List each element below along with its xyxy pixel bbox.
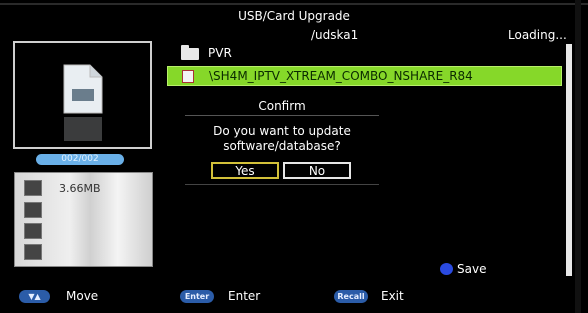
file-info-panel: 3.66MB (14, 172, 153, 267)
dialog-bottom-divider (185, 184, 379, 185)
user-icon (24, 202, 42, 218)
list-item-label: \SH4M_IPTV_XTREAM_COMBO_NSHARE_R84 (209, 69, 473, 83)
dialog-message-line2: software/database? (223, 139, 341, 153)
folder-icon (181, 45, 199, 60)
exit-hint-label: Exit (381, 289, 404, 303)
loading-status: Loading... (508, 28, 567, 42)
list-item-selected-file[interactable]: \SH4M_IPTV_XTREAM_COMBO_NSHARE_R84 (167, 66, 562, 86)
document-icon (63, 64, 103, 114)
film-icon (24, 223, 42, 239)
file-counter-badge: 002/002 (36, 154, 124, 165)
top-divider (0, 3, 588, 5)
image-icon (24, 180, 42, 196)
list-item-pvr[interactable]: PVR (167, 44, 562, 64)
right-edge-bar (575, 0, 581, 313)
blue-button-icon (440, 263, 453, 275)
dialog-title: Confirm (258, 99, 306, 113)
save-hint-label: Save (457, 262, 487, 276)
current-path: /udska1 (311, 28, 359, 42)
file-list-scrollbar[interactable] (566, 44, 572, 276)
dialog-message-line1: Do you want to update (213, 124, 351, 138)
move-hint-label: Move (66, 289, 99, 303)
dialog-divider (185, 115, 379, 116)
document-reflection-icon (64, 117, 102, 141)
file-preview-panel (13, 41, 152, 149)
file-icon (182, 70, 194, 83)
file-size: 3.66MB (59, 182, 101, 195)
yes-button[interactable]: Yes (211, 162, 279, 179)
move-key-icon: ▼▲ (19, 290, 50, 303)
enter-key-icon: Enter (180, 290, 214, 303)
no-button[interactable]: No (283, 162, 351, 179)
dialog-message: Do you want to update software/database? (185, 124, 379, 154)
group-icon (24, 244, 42, 260)
page-title: USB/Card Upgrade (238, 9, 350, 23)
enter-hint-label: Enter (228, 289, 261, 303)
recall-key-icon: Recall (334, 290, 368, 303)
list-item-label: PVR (208, 46, 232, 60)
